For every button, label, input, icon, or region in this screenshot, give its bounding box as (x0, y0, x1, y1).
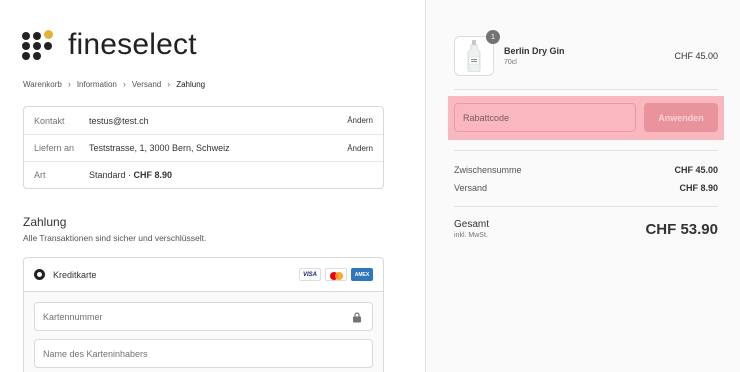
review-label: Liefern an (34, 143, 75, 153)
amex-icon: AMEX (351, 268, 373, 281)
checkout-main: fineselect Warenkorb › Information › Ver… (0, 0, 425, 372)
discount-field[interactable] (454, 103, 636, 132)
review-row-contact: Kontakt testus@test.ch Ändern (24, 107, 383, 134)
change-contact-link[interactable]: Ändern (347, 116, 373, 125)
card-number-input[interactable] (43, 311, 364, 322)
total-label: Gesamt (454, 219, 490, 230)
total-tax-note: inkl. MwSt. (454, 232, 488, 239)
product-name: Berlin Dry Gin (504, 46, 565, 56)
breadcrumb-cart[interactable]: Warenkorb (23, 80, 62, 89)
quantity-badge: 1 (486, 30, 500, 44)
radio-selected-icon[interactable] (34, 269, 45, 280)
card-number-field[interactable] (34, 302, 373, 331)
apply-discount-button[interactable]: Anwenden (644, 103, 718, 132)
divider (454, 150, 718, 151)
card-fields (24, 292, 383, 372)
logo-dots-icon (22, 30, 62, 60)
brand-logo[interactable]: fineselect (22, 28, 197, 62)
card-brands: VISA AMEX (299, 268, 373, 281)
shipping-method-name: Standard · (89, 170, 134, 180)
product-line: 1 Berlin Dry Gin 70cl CHF 45.00 (454, 30, 718, 77)
breadcrumb: Warenkorb › Information › Versand › Zahl… (23, 79, 205, 89)
review-block: Kontakt testus@test.ch Ändern Liefern an… (23, 106, 384, 189)
divider (454, 206, 718, 207)
breadcrumb-shipping[interactable]: Versand (132, 80, 161, 89)
review-value: Standard · CHF 8.90 (89, 170, 373, 180)
chevron-right-icon: › (122, 79, 126, 89)
product-variant: 70cl (504, 59, 517, 66)
lock-icon (353, 312, 361, 323)
order-summary: 1 Berlin Dry Gin 70cl CHF 45.00 Anwenden… (425, 0, 740, 372)
review-row-shipto: Liefern an Teststrasse, 1, 3000 Bern, Sc… (24, 134, 383, 161)
shipping-value: CHF 8.90 (679, 183, 718, 193)
review-value: testus@test.ch (89, 115, 149, 126)
product-thumbnail: 1 (454, 30, 500, 76)
gin-bottle-icon (467, 40, 481, 72)
mastercard-icon (325, 268, 347, 281)
cardholder-field[interactable] (34, 339, 373, 368)
review-row-method: Art Standard · CHF 8.90 (24, 161, 383, 188)
payment-title: Zahlung (23, 215, 67, 229)
payment-subtitle: Alle Transaktionen sind sicher und versc… (23, 233, 207, 243)
review-value: Teststrasse, 1, 3000 Bern, Schweiz (89, 143, 230, 153)
breadcrumb-information[interactable]: Information (77, 80, 117, 89)
review-label: Art (34, 170, 46, 180)
discount-code-input[interactable] (463, 112, 627, 123)
divider (454, 89, 718, 90)
subtotal-value: CHF 45.00 (674, 165, 718, 175)
visa-icon: VISA (299, 268, 321, 281)
change-address-link[interactable]: Ändern (347, 144, 373, 153)
payment-method-label: Kreditkarte (53, 269, 97, 280)
payment-method-box: Kreditkarte VISA AMEX (23, 257, 384, 372)
breadcrumb-payment: Zahlung (176, 79, 206, 89)
discount-form: Anwenden (454, 103, 718, 132)
shipping-method-price: CHF 8.90 (133, 170, 173, 180)
total-row: Gesamt inkl. MwSt. CHF 53.90 (454, 219, 718, 239)
payment-method-creditcard[interactable]: Kreditkarte VISA AMEX (24, 258, 383, 292)
shipping-row: Versand CHF 8.90 (454, 183, 718, 193)
subtotal-label: Zwischensumme (454, 165, 522, 175)
subtotal-row: Zwischensumme CHF 45.00 (454, 165, 718, 175)
product-price: CHF 45.00 (674, 51, 718, 61)
product-info: Berlin Dry Gin 70cl (504, 46, 674, 66)
review-label: Kontakt (34, 115, 65, 126)
shipping-label: Versand (454, 183, 488, 193)
logo-text: fineselect (68, 28, 197, 61)
chevron-right-icon: › (67, 79, 71, 89)
chevron-right-icon: › (167, 79, 171, 89)
cardholder-input[interactable] (43, 348, 364, 359)
total-value: CHF 53.90 (645, 220, 718, 238)
